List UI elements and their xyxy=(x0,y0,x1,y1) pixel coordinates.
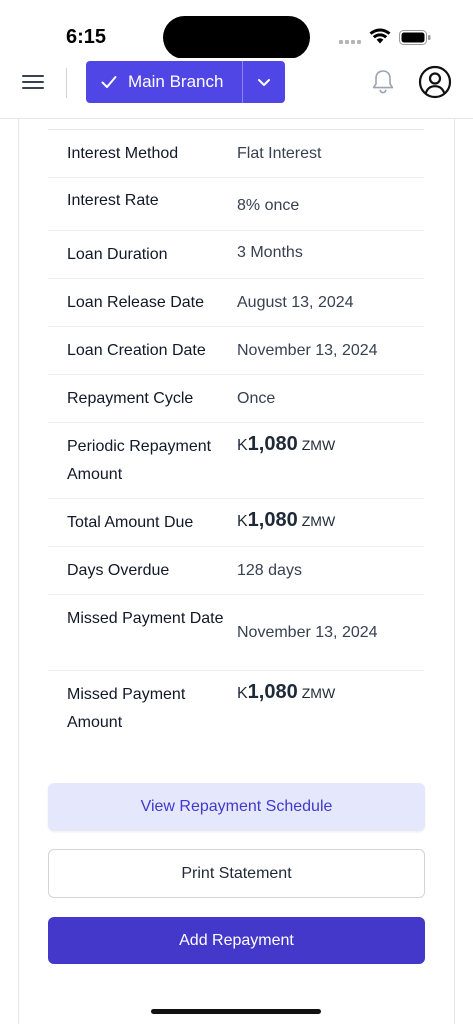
detail-value: 3 Months xyxy=(237,244,303,261)
detail-amount: K1,080 ZMW xyxy=(237,509,335,532)
detail-row-missed-date: Missed Payment Date November 13, 2024 xyxy=(48,595,424,671)
status-bar: 6:15 xyxy=(0,0,473,59)
view-repayment-schedule-button[interactable]: View Repayment Schedule xyxy=(48,783,425,831)
detail-value: Flat Interest xyxy=(237,145,322,162)
home-indicator[interactable] xyxy=(151,1009,321,1014)
detail-amount: K1,080 ZMW xyxy=(237,681,335,704)
detail-row-total-due: Total Amount Due K1,080 ZMW xyxy=(48,499,424,547)
detail-row-days-overdue: Days Overdue 128 days xyxy=(48,547,424,595)
detail-row-interest-method: Interest Method Flat Interest xyxy=(48,130,424,178)
branch-label: Main Branch xyxy=(128,72,224,91)
print-statement-button[interactable]: Print Statement xyxy=(48,849,425,898)
detail-value: 8% once xyxy=(237,197,300,214)
branch-selector: Main Branch xyxy=(86,61,285,103)
app-header: Main Branch xyxy=(0,58,473,119)
detail-label: Interest Method xyxy=(67,145,179,162)
detail-value: 128 days xyxy=(237,562,302,579)
detail-row-release-date: Loan Release Date August 13, 2024 xyxy=(48,279,424,327)
status-time: 6:15 xyxy=(66,26,107,48)
detail-label: Days Overdue xyxy=(67,562,170,579)
amount-value: 1,080 xyxy=(247,681,298,703)
currency-unit: ZMW xyxy=(301,437,336,453)
detail-row-periodic-amount: Periodic Repayment Amount K1,080 ZMW xyxy=(48,423,424,499)
amount-value: 1,080 xyxy=(247,433,298,455)
detail-label: Missed Payment Date xyxy=(67,610,224,627)
hamburger-menu-icon[interactable] xyxy=(20,70,47,94)
detail-label: Loan Creation Date xyxy=(67,342,206,359)
branch-select-button[interactable]: Main Branch xyxy=(86,61,242,103)
loan-details-list: Interest Method Flat Interest Interest R… xyxy=(48,130,424,747)
bell-icon[interactable] xyxy=(370,68,396,96)
detail-value: Once xyxy=(237,390,276,407)
detail-label: Interest Rate xyxy=(67,192,159,209)
amount-value: 1,080 xyxy=(247,509,298,531)
header-divider xyxy=(66,68,67,98)
cellular-signal-icon xyxy=(339,40,363,44)
user-circle-icon[interactable] xyxy=(418,65,452,99)
detail-row-missed-amount: Missed Payment Amount K1,080 ZMW xyxy=(48,671,424,747)
currency-unit: ZMW xyxy=(301,685,336,701)
detail-label: Loan Duration xyxy=(67,246,168,263)
currency-symbol: K xyxy=(237,437,248,454)
detail-label: Missed Payment Amount xyxy=(67,686,186,731)
dynamic-island xyxy=(163,16,310,59)
wifi-icon xyxy=(369,28,391,44)
detail-label: Periodic Repayment Amount xyxy=(67,438,212,483)
detail-row-loan-duration: Loan Duration 3 Months xyxy=(48,231,424,279)
detail-amount: K1,080 ZMW xyxy=(237,433,335,456)
currency-symbol: K xyxy=(237,685,248,702)
currency-unit: ZMW xyxy=(301,513,336,529)
detail-label: Loan Release Date xyxy=(67,294,204,311)
add-repayment-button[interactable]: Add Repayment xyxy=(48,917,425,964)
detail-value: November 13, 2024 xyxy=(237,342,378,359)
detail-value: November 13, 2024 xyxy=(237,624,378,641)
chevron-down-icon xyxy=(258,78,270,86)
detail-label: Total Amount Due xyxy=(67,514,194,531)
battery-icon xyxy=(399,30,431,45)
detail-value: August 13, 2024 xyxy=(237,294,354,311)
detail-label: Repayment Cycle xyxy=(67,390,194,407)
detail-row-creation-date: Loan Creation Date November 13, 2024 xyxy=(48,327,424,375)
check-icon xyxy=(101,76,117,88)
detail-row-interest-rate: Interest Rate 8% once xyxy=(48,178,424,231)
branch-dropdown-button[interactable] xyxy=(243,61,285,103)
detail-row-repayment-cycle: Repayment Cycle Once xyxy=(48,375,424,423)
currency-symbol: K xyxy=(237,513,248,530)
